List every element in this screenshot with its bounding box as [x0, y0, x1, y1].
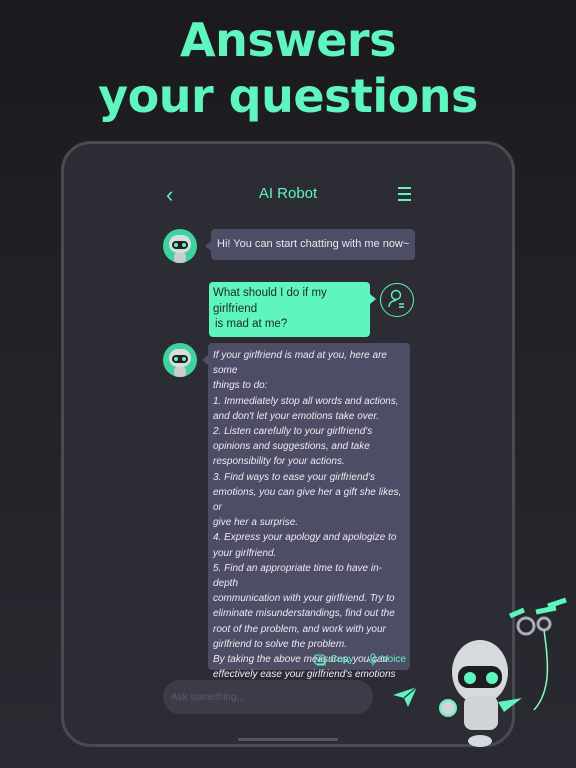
voice-button[interactable]: Voice: [368, 653, 406, 666]
bot-answer-message: If your girlfriend is mad at you, here a…: [202, 343, 410, 695]
answer-line: 3. Find ways to ease your girlfriend's: [213, 471, 375, 483]
answer-line: 4. Express your apology and apologize to: [213, 532, 397, 544]
send-button[interactable]: [392, 686, 418, 713]
answer-line: root of the problem, and work with your: [213, 623, 386, 635]
copy-button[interactable]: Copy: [314, 654, 354, 666]
home-indicator: [238, 738, 338, 741]
copy-label: Copy: [330, 654, 354, 665]
answer-line: things to do:: [213, 380, 268, 392]
answer-line: responsibility for your actions.: [213, 456, 345, 468]
answer-line: opinions and suggestions, and take: [213, 441, 370, 453]
answer-line: girlfriend to solve the problem.: [213, 638, 347, 650]
page-title: AI Robot: [258, 185, 318, 202]
answer-line: 2. Listen carefully to your girlfriend's: [213, 426, 373, 438]
paper-plane-icon: [393, 686, 418, 707]
headline-line-1: Answers: [180, 13, 397, 67]
answer-line: If your girlfriend is mad at you, here a…: [213, 350, 387, 377]
bot-message: Hi! You can start chatting with me now~: [204, 229, 416, 260]
voice-label: Voice: [381, 654, 406, 665]
answer-line: 5. Find an appropriate time to have in-d…: [213, 562, 382, 590]
answer-line: your girlfriend.: [213, 547, 277, 559]
menu-icon: [398, 187, 411, 189]
answer-line: and don't let your emotions take over.: [213, 410, 380, 422]
microphone-icon: [368, 653, 378, 666]
message-line: What should I do if my girlfriend: [213, 287, 327, 315]
message-text: Hi! You can start chatting with me now~: [217, 238, 410, 250]
answer-line: communication with your girlfriend. Try …: [213, 593, 395, 605]
menu-button[interactable]: [398, 187, 411, 205]
answer-line: give her a surprise.: [213, 517, 299, 529]
message-line: is mad at me?: [215, 318, 288, 330]
answer-line: eliminate misunderstandings, find out th…: [213, 608, 395, 620]
user-icon: [388, 289, 404, 308]
bot-avatar: [163, 229, 197, 263]
user-message: What should I do if my girlfriend is mad…: [209, 282, 376, 337]
user-avatar: [380, 283, 414, 317]
ask-input[interactable]: [163, 680, 373, 714]
answer-line: 1. Immediately stop all words and action…: [213, 395, 399, 407]
copy-icon: [314, 654, 326, 665]
robot-mascot-icon: [439, 597, 567, 747]
answer-line: emotions, you can give her a gift she li…: [213, 486, 402, 514]
headline: Answers your questions: [0, 12, 576, 124]
bot-avatar: [163, 343, 197, 377]
headline-line-2: your questions: [98, 69, 478, 123]
